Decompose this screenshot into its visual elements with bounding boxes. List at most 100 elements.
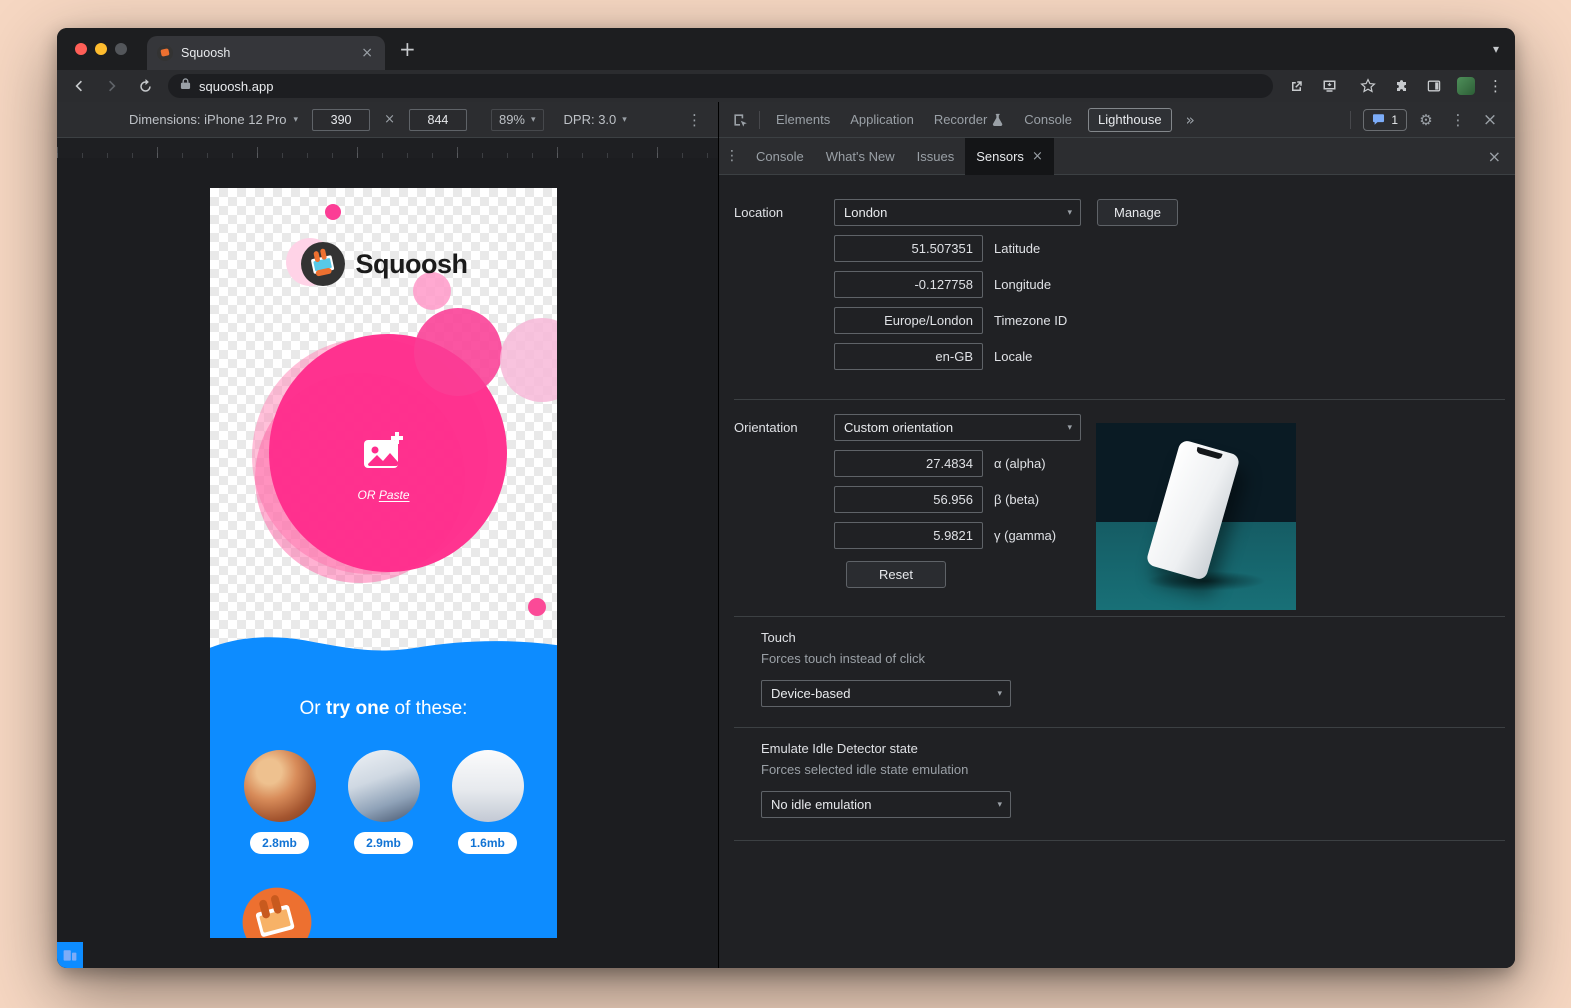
drawer-tab-issues[interactable]: Issues	[906, 138, 966, 175]
timezone-label: Timezone ID	[994, 313, 1067, 328]
locale-input[interactable]	[834, 343, 983, 370]
reset-orientation-button[interactable]: Reset	[846, 561, 946, 588]
notifications-button[interactable]: 1	[1363, 109, 1407, 131]
sample-image-1[interactable]: 2.8mb	[244, 750, 316, 854]
devtools-close-button[interactable]: ×	[1477, 107, 1503, 133]
side-panel-button[interactable]	[1424, 76, 1444, 96]
file-size-badge: 2.9mb	[354, 832, 413, 854]
sample-images-row: 2.8mb 2.9mb 1.6mb	[210, 750, 557, 854]
upload-area[interactable]	[210, 431, 557, 471]
chevron-down-icon: ▾	[622, 115, 627, 125]
tab-recorder[interactable]: Recorder	[924, 102, 1014, 137]
pink-dot-decoration	[528, 598, 546, 616]
touch-section: Touch Forces touch instead of click Devi…	[761, 630, 1505, 707]
idle-title: Emulate Idle Detector state	[761, 741, 1505, 757]
touch-description: Forces touch instead of click	[761, 651, 1505, 667]
install-app-button[interactable]	[1319, 76, 1339, 96]
gamma-input[interactable]	[834, 522, 983, 549]
tab-lighthouse[interactable]: Lighthouse	[1088, 108, 1172, 132]
location-label: Location	[734, 205, 834, 220]
device-toolbar-toggle-button[interactable]	[57, 942, 83, 968]
more-tabs-button[interactable]: »	[1178, 111, 1203, 129]
file-size-badge: 2.8mb	[250, 832, 309, 854]
divider	[734, 399, 1505, 400]
chevron-down-icon: ▾	[997, 689, 1002, 699]
forward-button[interactable]	[102, 76, 122, 96]
tab-strip: Squoosh × + ▾	[57, 28, 1515, 70]
locale-label: Locale	[994, 349, 1032, 364]
squoosh-favicon-icon	[157, 45, 173, 61]
devtools-menu-button[interactable]: ⋮	[1445, 107, 1471, 133]
browser-menu-button[interactable]: ⋮	[1488, 77, 1503, 95]
chevron-down-icon: ▾	[997, 800, 1002, 810]
orientation-select[interactable]: Custom orientation ▾	[834, 414, 1081, 441]
drawer-tab-whats-new[interactable]: What's New	[815, 138, 906, 175]
sensors-panel: Location London ▾ Manage Latitude	[719, 175, 1515, 968]
device-dimensions-select[interactable]: Dimensions: iPhone 12 Pro ▾	[129, 112, 298, 127]
drawer-tab-console[interactable]: Console	[745, 138, 815, 175]
alpha-input[interactable]	[834, 450, 983, 477]
viewport-width-input[interactable]	[312, 109, 370, 131]
tab-application[interactable]: Application	[840, 102, 924, 137]
longitude-input[interactable]	[834, 271, 983, 298]
lock-icon	[180, 77, 191, 95]
new-tab-button[interactable]: +	[399, 39, 416, 59]
sample-image-3[interactable]: 1.6mb	[452, 750, 524, 854]
drawer-close-button[interactable]: ×	[1474, 147, 1515, 166]
beta-input[interactable]	[834, 486, 983, 513]
chevron-down-icon: ▾	[531, 115, 536, 125]
zoom-window-button[interactable]	[115, 43, 127, 55]
device-toolbar: Dimensions: iPhone 12 Pro ▾ × 89% ▾ DPR:…	[57, 102, 718, 138]
drawer-tab-sensors[interactable]: Sensors ×	[965, 138, 1054, 175]
traffic-lights	[75, 43, 127, 55]
settings-button[interactable]: ⚙	[1413, 107, 1439, 133]
devtools-toolbar: Elements Application Recorder Console Li…	[719, 102, 1515, 138]
timezone-input[interactable]	[834, 307, 983, 334]
chevron-down-icon: ▾	[1067, 208, 1072, 218]
device-toolbar-menu-button[interactable]: ⋮	[687, 111, 702, 129]
tab-elements[interactable]: Elements	[766, 102, 840, 137]
latitude-input[interactable]	[834, 235, 983, 262]
device-viewport: Squoosh OR Paste	[210, 188, 557, 938]
zoom-select[interactable]: 89% ▾	[491, 109, 544, 131]
browser-window: Squoosh × + ▾ squoosh.app	[57, 28, 1515, 968]
drawer-menu-button[interactable]: ⋮	[719, 148, 745, 164]
extensions-puzzle-button[interactable]	[1391, 76, 1411, 96]
close-window-button[interactable]	[75, 43, 87, 55]
tab-console[interactable]: Console	[1014, 102, 1082, 137]
paste-link[interactable]: Paste	[379, 488, 410, 502]
wave-decoration	[210, 633, 557, 659]
minimize-window-button[interactable]	[95, 43, 107, 55]
divider	[734, 727, 1505, 728]
tab-search-chevron-icon[interactable]: ▾	[1493, 42, 1499, 56]
idle-select[interactable]: No idle emulation ▾	[761, 791, 1011, 818]
latitude-label: Latitude	[994, 241, 1040, 256]
viewport-height-input[interactable]	[409, 109, 467, 131]
touch-select[interactable]: Device-based ▾	[761, 680, 1011, 707]
squoosh-logo: Squoosh	[210, 241, 557, 287]
tab-close-icon[interactable]: ×	[359, 45, 375, 61]
manage-locations-button[interactable]: Manage	[1097, 199, 1178, 226]
divider	[734, 840, 1505, 841]
dpr-select[interactable]: DPR: 3.0 ▾	[564, 112, 627, 127]
longitude-label: Longitude	[994, 277, 1051, 292]
open-in-new-button[interactable]	[1286, 76, 1306, 96]
profile-avatar[interactable]	[1457, 77, 1475, 95]
pink-dot-decoration	[325, 204, 341, 220]
sample-image-2[interactable]: 2.9mb	[348, 750, 420, 854]
beta-label: β (beta)	[994, 492, 1039, 507]
back-button[interactable]	[69, 76, 89, 96]
browser-tab[interactable]: Squoosh ×	[147, 36, 385, 70]
reload-button[interactable]	[135, 76, 155, 96]
inspect-element-button[interactable]	[727, 107, 753, 133]
bookmark-star-button[interactable]	[1358, 76, 1378, 96]
address-bar[interactable]: squoosh.app	[168, 74, 1273, 98]
tab-title: Squoosh	[181, 46, 351, 60]
location-select[interactable]: London ▾	[834, 199, 1081, 226]
close-sensors-tab-icon[interactable]: ×	[1032, 149, 1043, 164]
orientation-preview[interactable]	[1096, 423, 1296, 610]
devtools-panel: Elements Application Recorder Console Li…	[718, 102, 1515, 968]
chevron-down-icon: ▾	[294, 115, 299, 125]
phone-3d-model	[1145, 439, 1240, 581]
alpha-label: α (alpha)	[994, 456, 1046, 471]
